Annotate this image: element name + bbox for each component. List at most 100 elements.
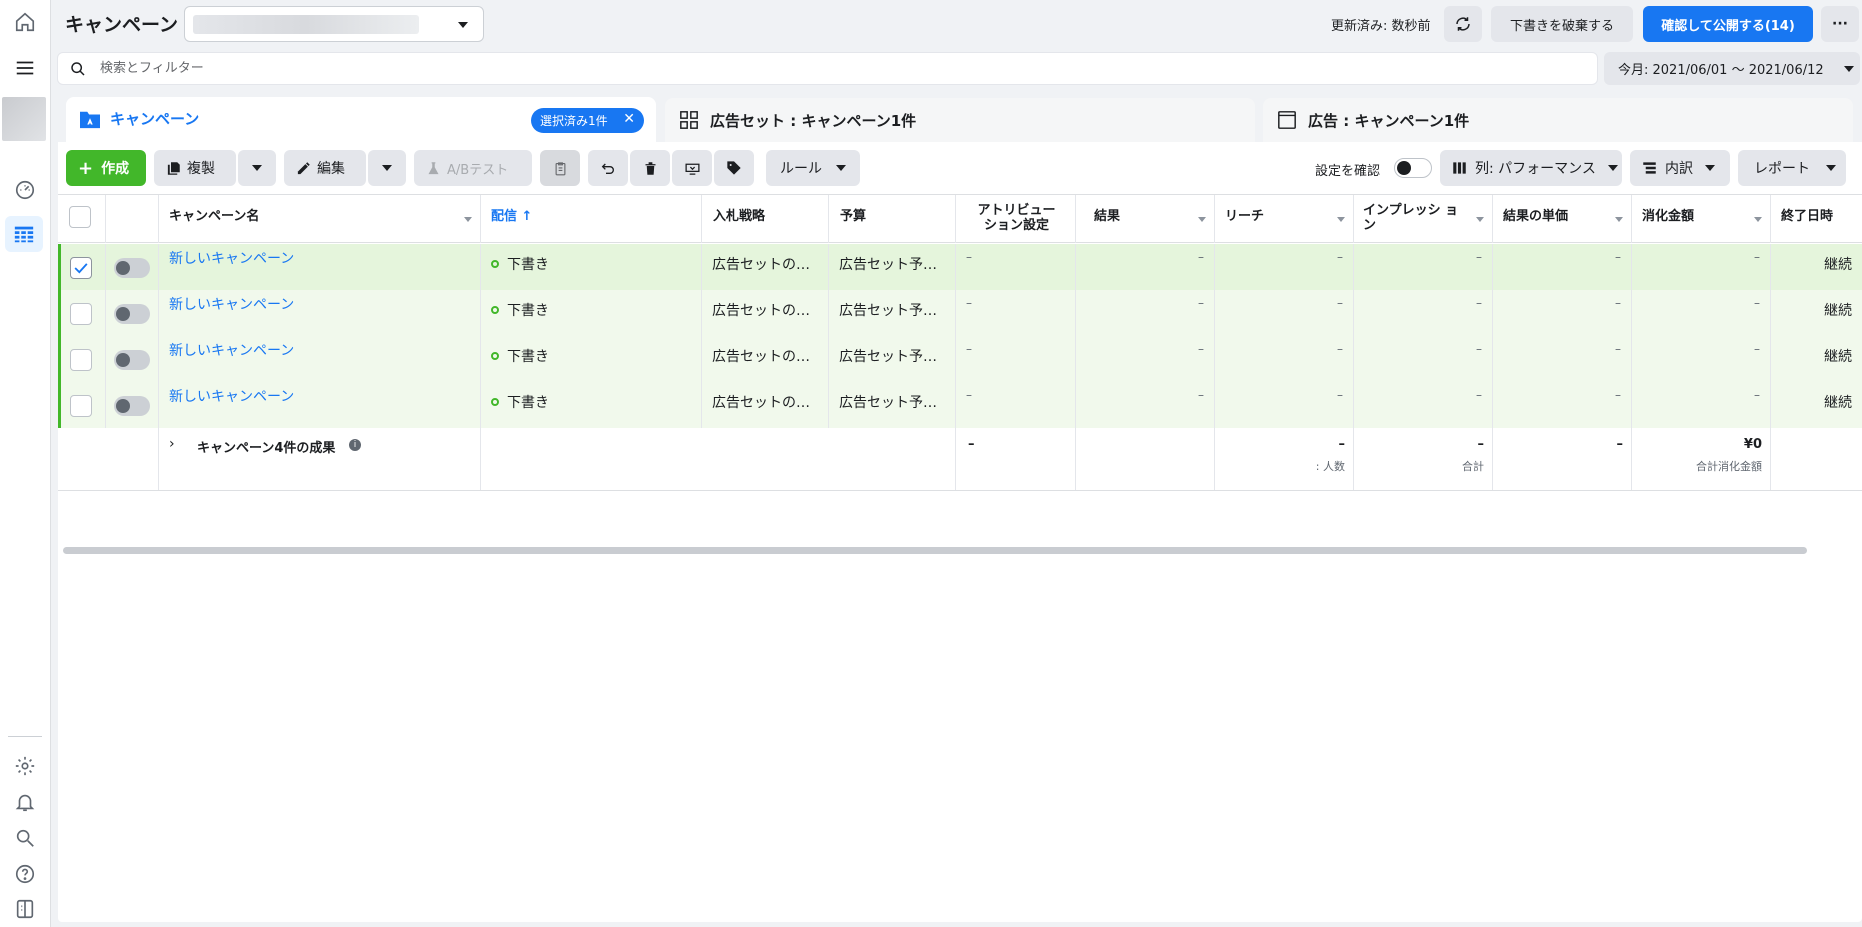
- info-icon[interactable]: i: [349, 439, 361, 451]
- cell-name[interactable]: 新しいキャンペーン: [159, 244, 481, 290]
- date-range-picker[interactable]: 今月: 2021/06/01 ～ 2021/06/12: [1604, 52, 1860, 85]
- chevron-down-icon: [382, 165, 392, 171]
- account-name-redacted: [193, 15, 419, 34]
- cell-attribution-text: –: [966, 388, 972, 402]
- ads-manager-table-icon[interactable]: [5, 216, 43, 252]
- campaign-on-off-toggle[interactable]: [114, 304, 150, 324]
- cell-attribution-text: –: [966, 250, 972, 264]
- cell-name-text[interactable]: 新しいキャンペーン: [169, 389, 294, 405]
- table-row[interactable]: 新しいキャンペーン 下書き 広告セットの… 広告セット予… – – – – – – 継続: [58, 336, 1862, 382]
- header-delivery[interactable]: 配信 ↑: [481, 195, 702, 243]
- table-row[interactable]: 新しいキャンペーン 下書き 広告セットの… 広告セット予… – – – – – – 継続: [58, 290, 1862, 336]
- search-input[interactable]: [100, 53, 1580, 84]
- account-avatar[interactable]: [2, 97, 46, 141]
- gauge-icon[interactable]: [11, 176, 39, 204]
- header-attribution[interactable]: アトリビュー ション設定: [956, 195, 1076, 243]
- header-campaign-name[interactable]: キャンペーン名: [159, 195, 481, 243]
- cell-attribution: –: [956, 336, 1076, 382]
- header-amount-spent[interactable]: 消化金額: [1632, 195, 1771, 243]
- cell-reach-text: –: [1337, 342, 1343, 356]
- breakdown-button[interactable]: 内訳: [1630, 150, 1730, 186]
- rules-button[interactable]: ルール: [766, 150, 860, 186]
- cell-name-text[interactable]: 新しいキャンペーン: [169, 251, 294, 267]
- cell-end-text: 継続: [1824, 349, 1852, 365]
- cell-name[interactable]: 新しいキャンペーン: [159, 382, 481, 428]
- chevron-right-icon[interactable]: ›: [169, 436, 175, 452]
- edit-dropdown[interactable]: [368, 150, 406, 186]
- summary-label-cell[interactable]: › キャンペーン4件の成果 i: [159, 427, 481, 490]
- duplicate-dropdown[interactable]: [238, 150, 276, 186]
- home-icon[interactable]: [11, 8, 39, 36]
- edit-button[interactable]: 編集: [284, 150, 366, 186]
- draft-status-icon: [491, 398, 499, 406]
- cell-bid: 広告セットの…: [702, 336, 829, 382]
- horizontal-scrollbar[interactable]: [63, 547, 1807, 554]
- table-row[interactable]: 新しいキャンペーン 下書き 広告セットの… 広告セット予… – – – – – – 継続: [58, 244, 1862, 290]
- refresh-button[interactable]: [1444, 6, 1482, 42]
- report-button[interactable]: レポート: [1738, 150, 1846, 186]
- review-settings-toggle[interactable]: [1394, 158, 1432, 178]
- gear-icon[interactable]: [11, 752, 39, 780]
- undo-button[interactable]: [588, 150, 628, 186]
- cell-spent-text: –: [1754, 342, 1760, 356]
- more-options-button[interactable]: ···: [1821, 6, 1859, 42]
- review-publish-button[interactable]: 確認して公開する(14): [1643, 6, 1813, 42]
- paste-button[interactable]: [540, 150, 580, 186]
- header-reach-label: リーチ: [1225, 209, 1265, 224]
- tab-campaigns[interactable]: キャンペーン 選択済み1件 ✕: [66, 97, 656, 143]
- campaign-on-off-toggle[interactable]: [114, 350, 150, 370]
- header-campaign-name-label: キャンペーン名: [169, 209, 260, 224]
- menu-icon[interactable]: [11, 54, 39, 82]
- account-selector[interactable]: [184, 6, 484, 42]
- header-budget[interactable]: 予算: [829, 195, 956, 243]
- cell-name[interactable]: 新しいキャンペーン: [159, 290, 481, 336]
- cell-end-text: 継続: [1824, 257, 1852, 273]
- cell-delivery-text: 下書き: [507, 395, 549, 411]
- cell-delivery: 下書き: [481, 382, 702, 428]
- help-icon[interactable]: [11, 860, 39, 888]
- row-checkbox[interactable]: [70, 303, 92, 325]
- header-end-date[interactable]: 終了日時: [1771, 195, 1862, 243]
- cell-name[interactable]: 新しいキャンペーン: [159, 336, 481, 382]
- summary-impressions-value: –: [1477, 437, 1485, 452]
- panel-toggle-icon[interactable]: [11, 895, 39, 923]
- summary-spacer: [58, 427, 159, 490]
- top-bar: キャンペーン 更新済み: 数秒前 下書きを破棄する 確認して公開する(14) ·…: [51, 0, 1862, 48]
- duplicate-label: 複製: [187, 161, 215, 177]
- campaign-on-off-toggle[interactable]: [114, 258, 150, 278]
- cell-bid-text: 広告セットの…: [712, 349, 810, 365]
- search-icon[interactable]: [11, 824, 39, 852]
- cell-name-text[interactable]: 新しいキャンペーン: [169, 343, 294, 359]
- row-checkbox[interactable]: [70, 257, 92, 279]
- cell-cost: –: [1493, 244, 1632, 290]
- selected-count-chip[interactable]: 選択済み1件 ✕: [531, 108, 644, 133]
- tab-adsets[interactable]: 広告セット : キャンペーン1件: [665, 98, 1255, 142]
- duplicate-button[interactable]: 複製: [154, 150, 236, 186]
- header-reach[interactable]: リーチ: [1215, 195, 1354, 243]
- bell-icon[interactable]: [11, 788, 39, 816]
- tab-ads[interactable]: 広告 : キャンペーン1件: [1263, 98, 1853, 142]
- ab-test-button[interactable]: A/Bテスト: [414, 150, 532, 186]
- select-all-checkbox[interactable]: [69, 206, 91, 228]
- row-checkbox[interactable]: [70, 349, 92, 371]
- delete-button[interactable]: [630, 150, 670, 186]
- header-cost-per-result[interactable]: 結果の単価: [1493, 195, 1632, 243]
- create-button[interactable]: + 作成: [66, 150, 146, 186]
- row-checkbox[interactable]: [70, 395, 92, 417]
- discard-drafts-button[interactable]: 下書きを破棄する: [1491, 6, 1633, 42]
- campaign-on-off-toggle[interactable]: [114, 396, 150, 416]
- cell-spent-text: –: [1754, 250, 1760, 264]
- header-results[interactable]: 結果: [1076, 195, 1215, 243]
- tag-button[interactable]: [714, 150, 754, 186]
- header-impressions[interactable]: インプレッシ ョン: [1354, 195, 1493, 243]
- preview-button[interactable]: [672, 150, 712, 186]
- header-bid-strategy[interactable]: 入札戦略: [702, 195, 829, 243]
- search-filter-box[interactable]: [57, 52, 1598, 85]
- cell-name-text[interactable]: 新しいキャンペーン: [169, 297, 294, 313]
- columns-button[interactable]: 列: パフォーマンス: [1440, 150, 1622, 186]
- table-row[interactable]: 新しいキャンペーン 下書き 広告セットの… 広告セット予… – – – – – – 継続: [58, 382, 1862, 428]
- header-toggle: [106, 195, 159, 243]
- cell-end: 継続: [1771, 290, 1862, 336]
- cell-impressions-text: –: [1476, 250, 1482, 264]
- close-icon[interactable]: ✕: [623, 111, 635, 127]
